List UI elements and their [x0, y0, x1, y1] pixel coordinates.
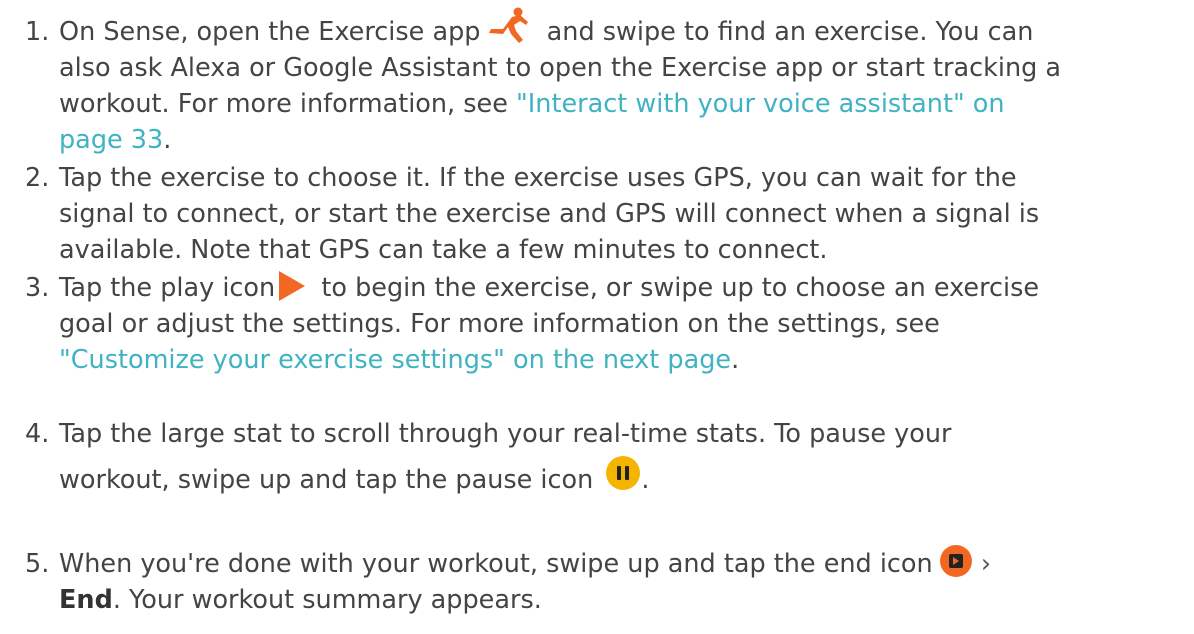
- chevron-right-icon: ›: [972, 549, 992, 579]
- step-text: Tap the large stat to scroll through you…: [59, 416, 1179, 498]
- step-number: 1.: [25, 17, 50, 47]
- line: workout, swipe up and tap the pause icon…: [59, 456, 1179, 498]
- line: End. Your workout summary appears.: [59, 582, 1179, 618]
- line: Tap the exercise to choose it. If the ex…: [59, 163, 1017, 193]
- line: "Customize your exercise settings" on th…: [59, 342, 1179, 378]
- step-number: 2.: [25, 163, 50, 193]
- text-segment: workout. For more information, see: [59, 89, 517, 119]
- text-segment: and swipe to find an exercise. You can: [538, 17, 1034, 47]
- pause-icon: [605, 455, 641, 491]
- text-segment: .: [641, 465, 650, 495]
- runner-icon: [483, 7, 529, 45]
- text-segment: .: [731, 345, 740, 375]
- line: available. Note that GPS can take a few …: [59, 235, 828, 265]
- line: On Sense, open the Exercise app and swip…: [59, 7, 1179, 50]
- line: When you're done with your workout, swip…: [59, 544, 1179, 582]
- play-icon: [277, 269, 307, 303]
- step-number: 4.: [25, 419, 50, 449]
- step-number: 3.: [25, 273, 50, 303]
- voice-assistant-link[interactable]: "Interact with your voice assistant" on: [516, 89, 1005, 119]
- instruction-list: 1. On Sense, open the Exercise app and s…: [0, 0, 1194, 634]
- line: page 33.: [59, 122, 1179, 158]
- step-text: Tap the exercise to choose it. If the ex…: [59, 160, 1179, 268]
- line: Tap the play icon to begin the exercise,…: [59, 270, 1179, 306]
- text-segment: On Sense, open the Exercise app: [59, 17, 489, 47]
- step-number: 5.: [25, 549, 50, 579]
- text-segment: .: [163, 125, 172, 155]
- line: signal to connect, or start the exercise…: [59, 199, 1040, 229]
- text-segment: When you're done with your workout, swip…: [59, 549, 941, 579]
- step-text: Tap the play icon to begin the exercise,…: [59, 270, 1179, 378]
- end-label: End: [59, 585, 113, 615]
- step-text: On Sense, open the Exercise app and swip…: [59, 7, 1179, 158]
- line: workout. For more information, see "Inte…: [59, 86, 1179, 122]
- line: goal or adjust the settings. For more in…: [59, 309, 940, 339]
- customize-settings-link[interactable]: "Customize your exercise settings" on th…: [59, 345, 731, 375]
- text-segment: to begin the exercise, or swipe up to ch…: [313, 273, 1040, 303]
- text-segment: workout, swipe up and tap the pause icon: [59, 465, 602, 495]
- step-text: When you're done with your workout, swip…: [59, 544, 1179, 618]
- page-33-link[interactable]: page 33: [59, 125, 163, 155]
- text-segment: . Your workout summary appears.: [112, 585, 542, 615]
- line: also ask Alexa or Google Assistant to op…: [59, 53, 1062, 83]
- text-segment: Tap the play icon: [59, 273, 284, 303]
- end-icon: [939, 544, 973, 578]
